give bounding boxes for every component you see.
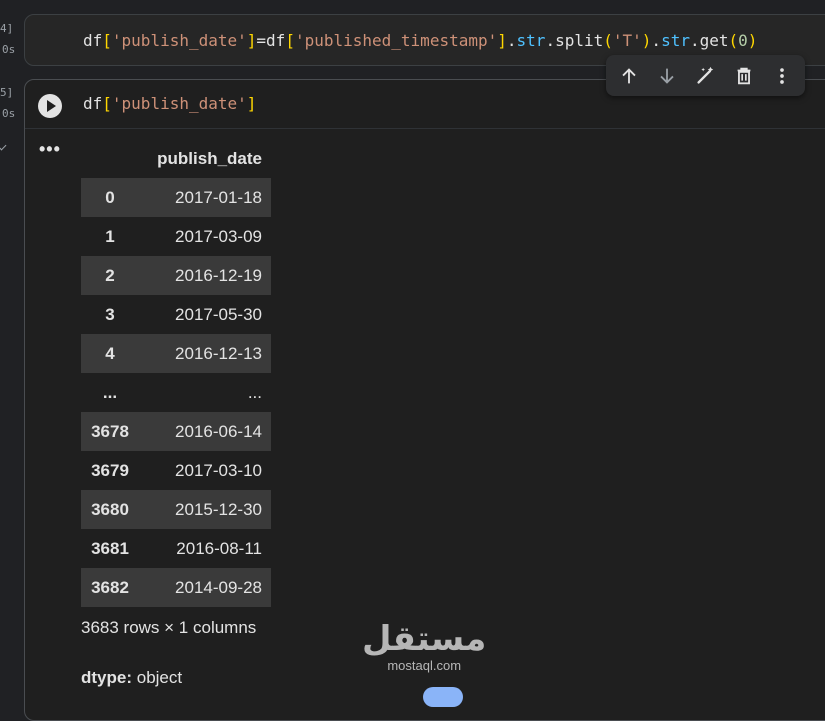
previous-cell-code[interactable]: df['publish_date']=df['published_timesta… <box>83 31 757 50</box>
code-token: [ <box>102 94 112 113</box>
row-index: 1 <box>105 226 115 246</box>
code-token: 'publish_date' <box>111 31 247 50</box>
code-token: [ <box>285 31 295 50</box>
row-index: 3679 <box>91 460 129 480</box>
code-token: str <box>661 31 690 50</box>
code-token: df <box>83 94 103 113</box>
watermark-url: mostaql.com <box>387 658 462 673</box>
dtype-value: object <box>136 668 183 687</box>
arrow-down-icon <box>660 68 674 84</box>
dataframe-shape-summary: 3683 rows × 1 columns <box>81 618 257 637</box>
more-actions-button[interactable] <box>765 59 799 93</box>
prev-exec-count: 4] <box>0 22 14 35</box>
row-index: 3 <box>105 304 115 324</box>
table-row-ellipsis: ...... <box>81 373 271 412</box>
table-row: 0 2017-01-18 <box>81 178 271 217</box>
row-index: 0 <box>81 178 139 217</box>
dtype-line: dtype: object <box>81 668 182 688</box>
row-value: 2015-12-30 <box>139 490 271 529</box>
move-cell-down-button[interactable] <box>650 59 684 93</box>
prev-exec-time: 0s <box>2 43 16 56</box>
code-token: .get <box>689 31 729 50</box>
code-token: 'publish_date' <box>111 94 247 113</box>
edit-sparkle-icon <box>697 66 714 84</box>
column-header: publish_date <box>157 148 262 168</box>
arrow-up-icon <box>622 67 636 83</box>
row-value: 2016-12-13 <box>139 334 271 373</box>
row-value: 2017-03-09 <box>175 226 262 246</box>
row-index: 3682 <box>81 568 139 607</box>
cur-exec-time: 0s <box>2 107 16 120</box>
row-index: 2 <box>81 256 139 295</box>
mostaql-watermark: مستقل mostaql.com <box>362 622 486 673</box>
table-row: 2 2016-12-19 <box>81 256 271 295</box>
code-token: 'published_timestamp' <box>294 31 498 50</box>
code-token: ] <box>246 94 257 113</box>
code-token: str <box>516 31 546 50</box>
row-value: 2017-05-30 <box>175 304 262 324</box>
code-token: 'T' <box>612 31 642 50</box>
table-row: 1 2017-03-09 <box>81 217 271 256</box>
table-row: 3680 2015-12-30 <box>81 490 271 529</box>
row-index: 3678 <box>81 412 139 451</box>
delete-cell-button[interactable] <box>727 59 761 93</box>
table-row: 3682 2014-09-28 <box>81 568 271 607</box>
move-cell-up-button[interactable] <box>612 59 646 93</box>
table-row: 3681 2016-08-11 <box>81 529 271 568</box>
row-value: 2014-09-28 <box>139 568 271 607</box>
cur-exec-count: 5] <box>0 86 14 99</box>
code-token: df <box>83 31 103 50</box>
row-index: 4 <box>81 334 139 373</box>
row-index: 3681 <box>91 538 129 558</box>
index-header <box>81 139 139 178</box>
dtype-label: dtype: <box>81 668 132 687</box>
run-cell-button[interactable] <box>38 94 62 118</box>
dataframe-output-table: publish_date 0 2017-01-18 1 2017-03-09 2 20… <box>81 139 271 607</box>
code-token: =df <box>256 31 286 50</box>
table-row: 4 2016-12-13 <box>81 334 271 373</box>
code-token: ) <box>747 31 758 50</box>
code-token: .split <box>545 31 604 50</box>
row-value: 2016-08-11 <box>176 538 262 558</box>
row-value: 2017-03-10 <box>175 460 262 480</box>
code-token: 0 <box>738 31 748 50</box>
code-token: . <box>506 31 517 50</box>
row-value: 2017-01-18 <box>139 178 271 217</box>
code-token: ( <box>728 31 739 50</box>
code-token: ] <box>497 31 507 50</box>
watermark-logo: مستقل <box>362 619 487 659</box>
code-token: . <box>651 31 662 50</box>
code-token: ] <box>246 31 257 50</box>
more-vert-icon <box>780 67 784 84</box>
delete-icon <box>737 67 751 84</box>
output-actions-icon[interactable]: ••• <box>39 140 61 158</box>
current-cell-code[interactable]: df['publish_date'] <box>83 94 256 113</box>
code-token: [ <box>102 31 112 50</box>
edit-cell-button[interactable] <box>688 59 722 93</box>
editor-output-divider <box>25 128 825 129</box>
row-value: 2016-06-14 <box>139 412 271 451</box>
collapse-chevron-icon[interactable] <box>0 140 7 151</box>
table-header-row: publish_date <box>81 139 271 178</box>
cell-toolbar <box>606 55 805 96</box>
table-row: 3678 2016-06-14 <box>81 412 271 451</box>
table-row: 3 2017-05-30 <box>81 295 271 334</box>
code-token: ( <box>603 31 613 50</box>
code-token: ) <box>641 31 652 50</box>
row-index: ... <box>102 382 118 402</box>
row-value: 2016-12-19 <box>139 256 271 295</box>
row-index: 3680 <box>81 490 139 529</box>
row-value: ... <box>247 382 262 402</box>
table-row: 3679 2017-03-10 <box>81 451 271 490</box>
floating-action-indicator[interactable] <box>423 687 463 707</box>
